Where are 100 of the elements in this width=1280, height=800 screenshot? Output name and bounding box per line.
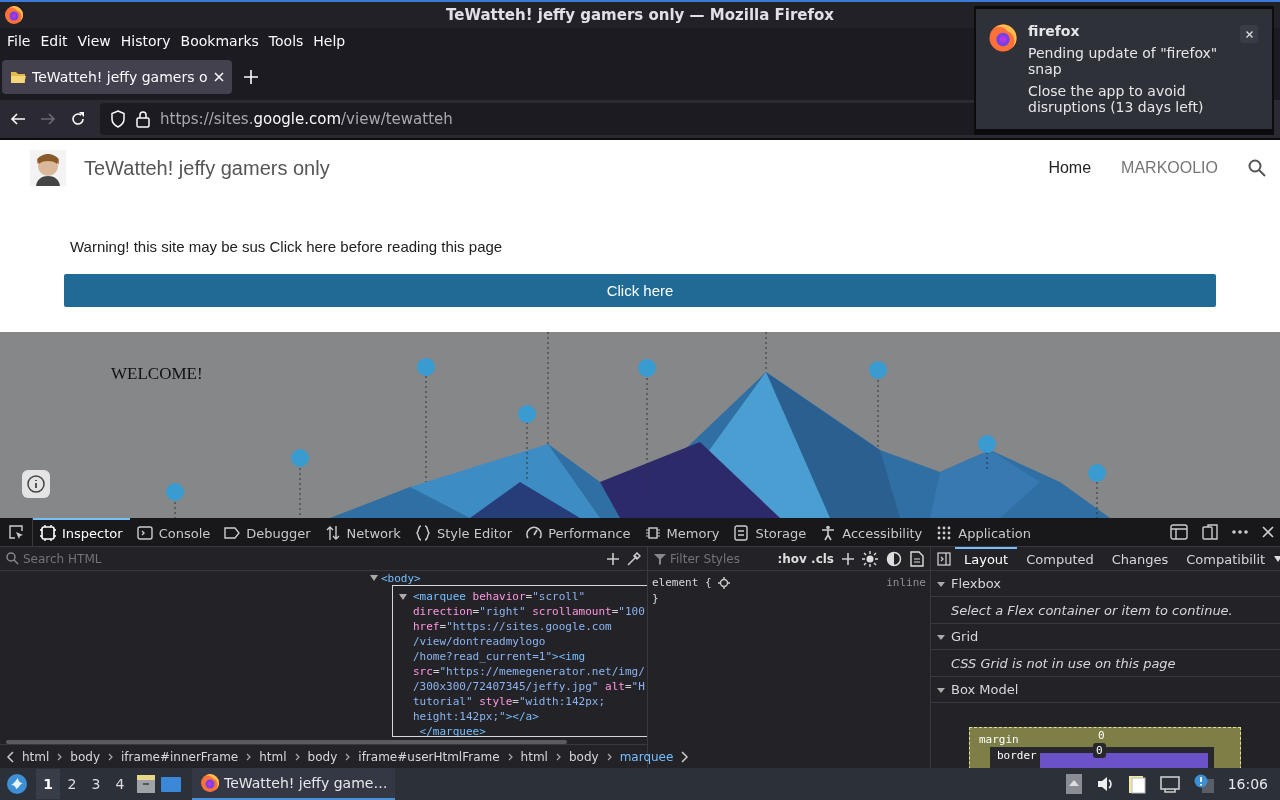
- chevron-icon: [294, 752, 300, 761]
- code-line: height:142px;"></a>: [413, 709, 540, 724]
- picker-icon: [8, 524, 24, 540]
- sidebar-tab[interactable]: Compatibilit: [1177, 547, 1275, 571]
- back-icon[interactable]: [10, 111, 26, 127]
- code-line: direction="right" scrollamount="100: [413, 604, 645, 619]
- gauge-icon: [526, 525, 543, 541]
- info-button[interactable]: [22, 470, 50, 498]
- breadcrumb[interactable]: body: [307, 749, 338, 764]
- code-line: <body>: [381, 571, 421, 585]
- search-icon[interactable]: [1248, 159, 1266, 177]
- devtools-tab[interactable]: Performance: [519, 518, 638, 546]
- sidebar-tab[interactable]: Computed: [1017, 547, 1103, 571]
- lock-icon: [136, 110, 150, 128]
- chevron-icon: [246, 752, 252, 761]
- menu-item[interactable]: File: [2, 33, 36, 49]
- document-icon[interactable]: [910, 550, 924, 567]
- new-tab-icon[interactable]: [243, 70, 258, 84]
- chevron-icon: [108, 752, 114, 761]
- chevron-icon: [606, 752, 612, 761]
- menu-item[interactable]: Help: [308, 33, 351, 49]
- css-selector: element {: [652, 575, 712, 591]
- notification-title: Pending update of "firefox" snap: [1028, 45, 1219, 77]
- eyedropper-icon[interactable]: [627, 551, 641, 566]
- devtools-tab[interactable]: Network: [317, 518, 408, 546]
- code-line: href="https://sites.google.com: [413, 619, 613, 634]
- collapse-arrow-icon: [937, 632, 945, 641]
- sun-icon[interactable]: [862, 550, 878, 567]
- search-html-field[interactable]: Search HTML: [23, 551, 599, 566]
- gear-icon[interactable]: [717, 577, 730, 589]
- scroll-left-icon[interactable]: [6, 750, 14, 763]
- add-icon[interactable]: [842, 552, 854, 565]
- clipboard-icon[interactable]: [1127, 774, 1146, 794]
- nav-link[interactable]: MARKOOLIO: [1121, 159, 1218, 177]
- storage-icon: [733, 525, 750, 541]
- braces-icon: [414, 525, 431, 541]
- window-icon[interactable]: [160, 774, 182, 794]
- sidebar-toggle-icon[interactable]: [937, 551, 951, 566]
- breadcrumb[interactable]: html: [22, 749, 50, 764]
- breadcrumb[interactable]: body: [70, 749, 101, 764]
- devtools-tab[interactable]: Console: [129, 518, 218, 546]
- scroll-right-icon[interactable]: [681, 750, 690, 763]
- chevron-icon: [57, 752, 63, 761]
- dropdown-arrow-icon[interactable]: [1274, 555, 1280, 562]
- add-icon[interactable]: [607, 552, 619, 565]
- reload-icon[interactable]: [70, 111, 86, 127]
- contrast-icon[interactable]: [886, 550, 902, 567]
- breadcrumb[interactable]: iframe#userHtmlFrame: [358, 749, 500, 764]
- browser-tab[interactable]: TeWatteh! jeffy gamers o: [2, 60, 232, 94]
- devtools-tab[interactable]: Memory: [637, 518, 727, 546]
- close-icon[interactable]: [1262, 526, 1274, 538]
- sidebar-tab[interactable]: Changes: [1102, 547, 1178, 571]
- nav-link[interactable]: Home: [1048, 159, 1092, 177]
- clock: 16:06: [1227, 776, 1268, 792]
- workspace-button[interactable]: 4: [108, 769, 132, 799]
- menu-item[interactable]: Bookmarks: [175, 33, 264, 49]
- breadcrumb[interactable]: html: [259, 749, 287, 764]
- css-brace: }: [652, 591, 660, 607]
- dock-icon[interactable]: [1170, 524, 1188, 540]
- breadcrumb[interactable]: html: [520, 749, 548, 764]
- devtools-tab[interactable]: Style Editor: [407, 518, 520, 546]
- pseudo-class-toggle[interactable]: :hov .cls: [777, 551, 834, 566]
- menu-item[interactable]: View: [72, 33, 116, 49]
- workspace-button[interactable]: 3: [84, 769, 108, 799]
- volume-icon[interactable]: [1095, 775, 1114, 793]
- menu-item[interactable]: Tools: [263, 33, 309, 49]
- workspace-button[interactable]: 2: [60, 769, 84, 799]
- network-icon[interactable]: [1159, 775, 1180, 793]
- file-cabinet-icon[interactable]: [136, 774, 156, 794]
- click-here-button[interactable]: Click here: [64, 274, 1216, 307]
- folder-icon: [10, 70, 26, 84]
- devtools-tab[interactable]: Application: [929, 518, 1038, 546]
- grid-icon: [936, 525, 953, 541]
- breadcrumb[interactable]: iframe#innerFrame: [121, 749, 239, 764]
- avatar-icon: [30, 150, 66, 186]
- search-icon: [6, 552, 19, 565]
- code-line: tutorial" style="width:142px;: [413, 694, 607, 709]
- firefox-logo-icon: [200, 773, 220, 793]
- more-icon[interactable]: [1232, 530, 1248, 534]
- devtools-tab[interactable]: Accessibility: [813, 518, 930, 546]
- taskbar-task[interactable]: TeWatteh! jeffy game…: [192, 768, 396, 800]
- devtools-tab[interactable]: Debugger: [217, 518, 318, 546]
- notification-icon[interactable]: [1193, 774, 1214, 794]
- menu-item[interactable]: Edit: [35, 33, 73, 49]
- code-line: <marquee behavior="scroll": [413, 589, 587, 604]
- expand-arrow-icon: [399, 594, 407, 600]
- workspace-button[interactable]: 1: [36, 769, 60, 799]
- chevron-icon: [345, 752, 351, 761]
- filter-styles-field[interactable]: Filter Styles: [670, 551, 750, 566]
- tray-expand-button[interactable]: [1065, 774, 1082, 794]
- close-button[interactable]: [1240, 25, 1258, 43]
- breadcrumb[interactable]: body: [568, 749, 599, 764]
- breadcrumb[interactable]: marquee: [619, 749, 674, 764]
- info-icon: [27, 475, 45, 493]
- start-menu-icon[interactable]: [6, 773, 28, 795]
- responsive-icon[interactable]: [1202, 524, 1218, 540]
- devtools-tab[interactable]: Inspector: [33, 518, 130, 546]
- up-arrow-icon: [1068, 780, 1079, 788]
- menu-item[interactable]: History: [115, 33, 176, 49]
- devtools-tab[interactable]: Storage: [726, 518, 814, 546]
